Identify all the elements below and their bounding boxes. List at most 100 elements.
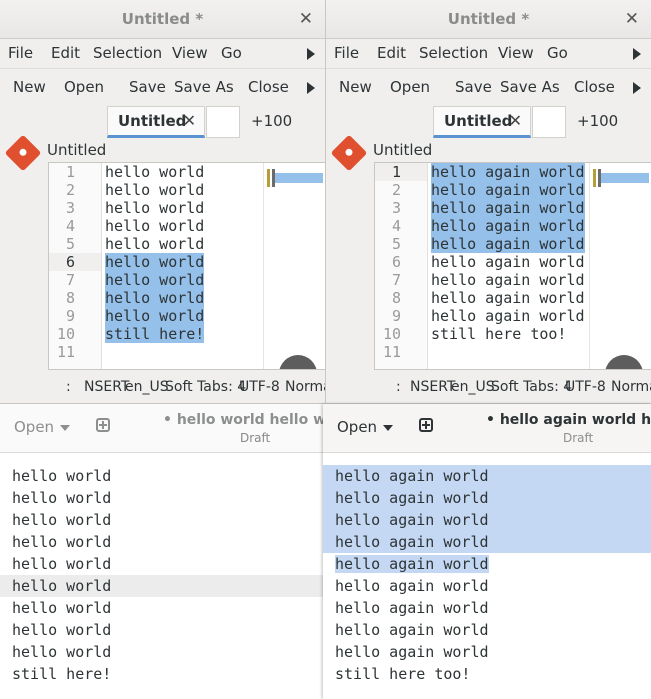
new-button[interactable]: New	[339, 73, 372, 102]
git-icon	[4, 134, 42, 172]
text-area[interactable]: hello world hello world hello world hell…	[0, 465, 323, 685]
save-button[interactable]: Save	[455, 73, 492, 102]
tab-empty-slot[interactable]	[532, 106, 566, 138]
document-subtitle: Draft	[240, 431, 271, 445]
code-editor[interactable]: 1 2 3 4 5 6 7 8 9 10 11 hello world hell…	[48, 162, 325, 370]
status-bar: : NSERT en_US Soft Tabs: 4 UTF-8 Norma	[326, 376, 651, 398]
status-mode[interactable]: NSERT	[410, 379, 455, 395]
menu-more-arrow-icon[interactable]	[633, 48, 641, 60]
code-line: hello world	[105, 181, 205, 199]
line-number: 8	[391, 289, 401, 307]
minimap[interactable]	[263, 163, 324, 369]
code-lines: hello world hello world hello world hell…	[105, 163, 205, 361]
tab-close-icon[interactable]: ✕	[183, 111, 196, 130]
status-line-ending[interactable]: Norma	[611, 379, 651, 395]
code-editor[interactable]: 1 2 3 4 5 6 7 8 9 10 11 hello again worl…	[374, 162, 651, 370]
text-line: hello world	[12, 533, 112, 551]
menu-selection[interactable]: Selection	[419, 39, 488, 68]
text-area[interactable]: hello again world hello again world hell…	[323, 465, 651, 685]
tab-count[interactable]: +100	[251, 112, 292, 130]
git-row: Untitled	[0, 134, 325, 172]
close-icon[interactable]: ✕	[299, 0, 313, 38]
text-line: hello again world	[335, 577, 489, 595]
minimap[interactable]	[589, 163, 650, 369]
save-as-button[interactable]: Save As	[500, 73, 560, 102]
save-button[interactable]: Save	[129, 73, 166, 102]
git-file-name: Untitled	[47, 141, 107, 159]
text-line: hello world	[12, 555, 112, 573]
line-number: 5	[65, 235, 75, 253]
new-document-icon[interactable]	[419, 418, 433, 432]
open-button[interactable]: Open	[390, 73, 430, 102]
line-number-current: 1	[375, 163, 427, 181]
line-number: 2	[391, 181, 401, 199]
document-subtitle: Draft	[563, 431, 594, 445]
git-row: Untitled	[326, 134, 651, 172]
line-number: 11	[56, 343, 75, 361]
new-button[interactable]: New	[13, 73, 46, 102]
tab-close-icon[interactable]: ✕	[509, 111, 522, 130]
tab-count[interactable]: +100	[577, 112, 618, 130]
menu-file[interactable]: File	[8, 39, 33, 68]
tool-bar: New Open Save Save As Close	[0, 73, 325, 102]
status-lang[interactable]: en_US	[451, 379, 495, 395]
window-title: Untitled *	[121, 10, 204, 28]
close-button[interactable]: Close	[574, 73, 615, 102]
open-menu-button[interactable]: Open	[14, 418, 71, 436]
menu-selection[interactable]: Selection	[93, 39, 162, 68]
tab-row: Untitled ✕ +100	[326, 102, 651, 138]
tab-label: Untitled	[444, 112, 513, 130]
open-button[interactable]: Open	[64, 73, 104, 102]
status-encoding[interactable]: UTF-8	[565, 379, 606, 395]
status-line-ending[interactable]: Norma	[285, 379, 325, 395]
code-line: hello again world	[431, 271, 585, 289]
code-line: hello world	[105, 199, 205, 217]
tab-empty-slot[interactable]	[206, 106, 240, 138]
menu-file[interactable]: File	[334, 39, 359, 68]
line-number: 9	[391, 307, 401, 325]
text-line: hello again world	[335, 621, 489, 639]
save-as-button[interactable]: Save As	[174, 73, 234, 102]
text-line-selected: hello again world	[335, 555, 489, 573]
status-pos: :	[66, 379, 71, 395]
status-encoding[interactable]: UTF-8	[239, 379, 280, 395]
line-number: 10	[56, 325, 75, 343]
line-number: 10	[382, 325, 401, 343]
line-number: 3	[65, 199, 75, 217]
close-icon[interactable]: ✕	[625, 0, 639, 38]
close-button[interactable]: Close	[248, 73, 289, 102]
menu-bar: File Edit Selection View Go	[326, 39, 651, 69]
code-line: hello again world	[431, 253, 585, 271]
text-line: hello world	[12, 621, 112, 639]
text-line: hello world	[12, 489, 112, 507]
menu-go[interactable]: Go	[221, 39, 242, 68]
menu-edit[interactable]: Edit	[377, 39, 406, 68]
line-number-current: 6	[49, 253, 101, 271]
menu-more-arrow-icon[interactable]	[307, 48, 315, 60]
line-number: 1	[65, 163, 75, 181]
menu-edit[interactable]: Edit	[51, 39, 80, 68]
tab-untitled[interactable]: Untitled ✕	[107, 106, 205, 138]
text-line-current: hello world	[0, 575, 323, 597]
code-line: still here too!	[431, 325, 567, 343]
chevron-down-icon	[383, 424, 394, 431]
tab-untitled[interactable]: Untitled ✕	[433, 106, 531, 138]
menu-view[interactable]: View	[498, 39, 534, 68]
code-line-selected: hello again world	[431, 181, 585, 199]
status-tabs[interactable]: Soft Tabs: 4	[491, 379, 572, 395]
open-menu-button[interactable]: Open	[337, 418, 394, 436]
menu-view[interactable]: View	[172, 39, 208, 68]
line-number: 4	[65, 217, 75, 235]
text-line: hello world	[12, 467, 112, 485]
line-number: 5	[391, 235, 401, 253]
status-lang[interactable]: en_US	[125, 379, 169, 395]
line-number: 9	[65, 307, 75, 325]
status-mode[interactable]: NSERT	[84, 379, 129, 395]
toolbar-more-arrow-icon[interactable]	[307, 82, 315, 94]
new-document-icon[interactable]	[96, 418, 110, 432]
status-tabs[interactable]: Soft Tabs: 4	[165, 379, 246, 395]
menu-go[interactable]: Go	[547, 39, 568, 68]
text-line: still here!	[12, 665, 112, 683]
toolbar-more-arrow-icon[interactable]	[633, 82, 641, 94]
